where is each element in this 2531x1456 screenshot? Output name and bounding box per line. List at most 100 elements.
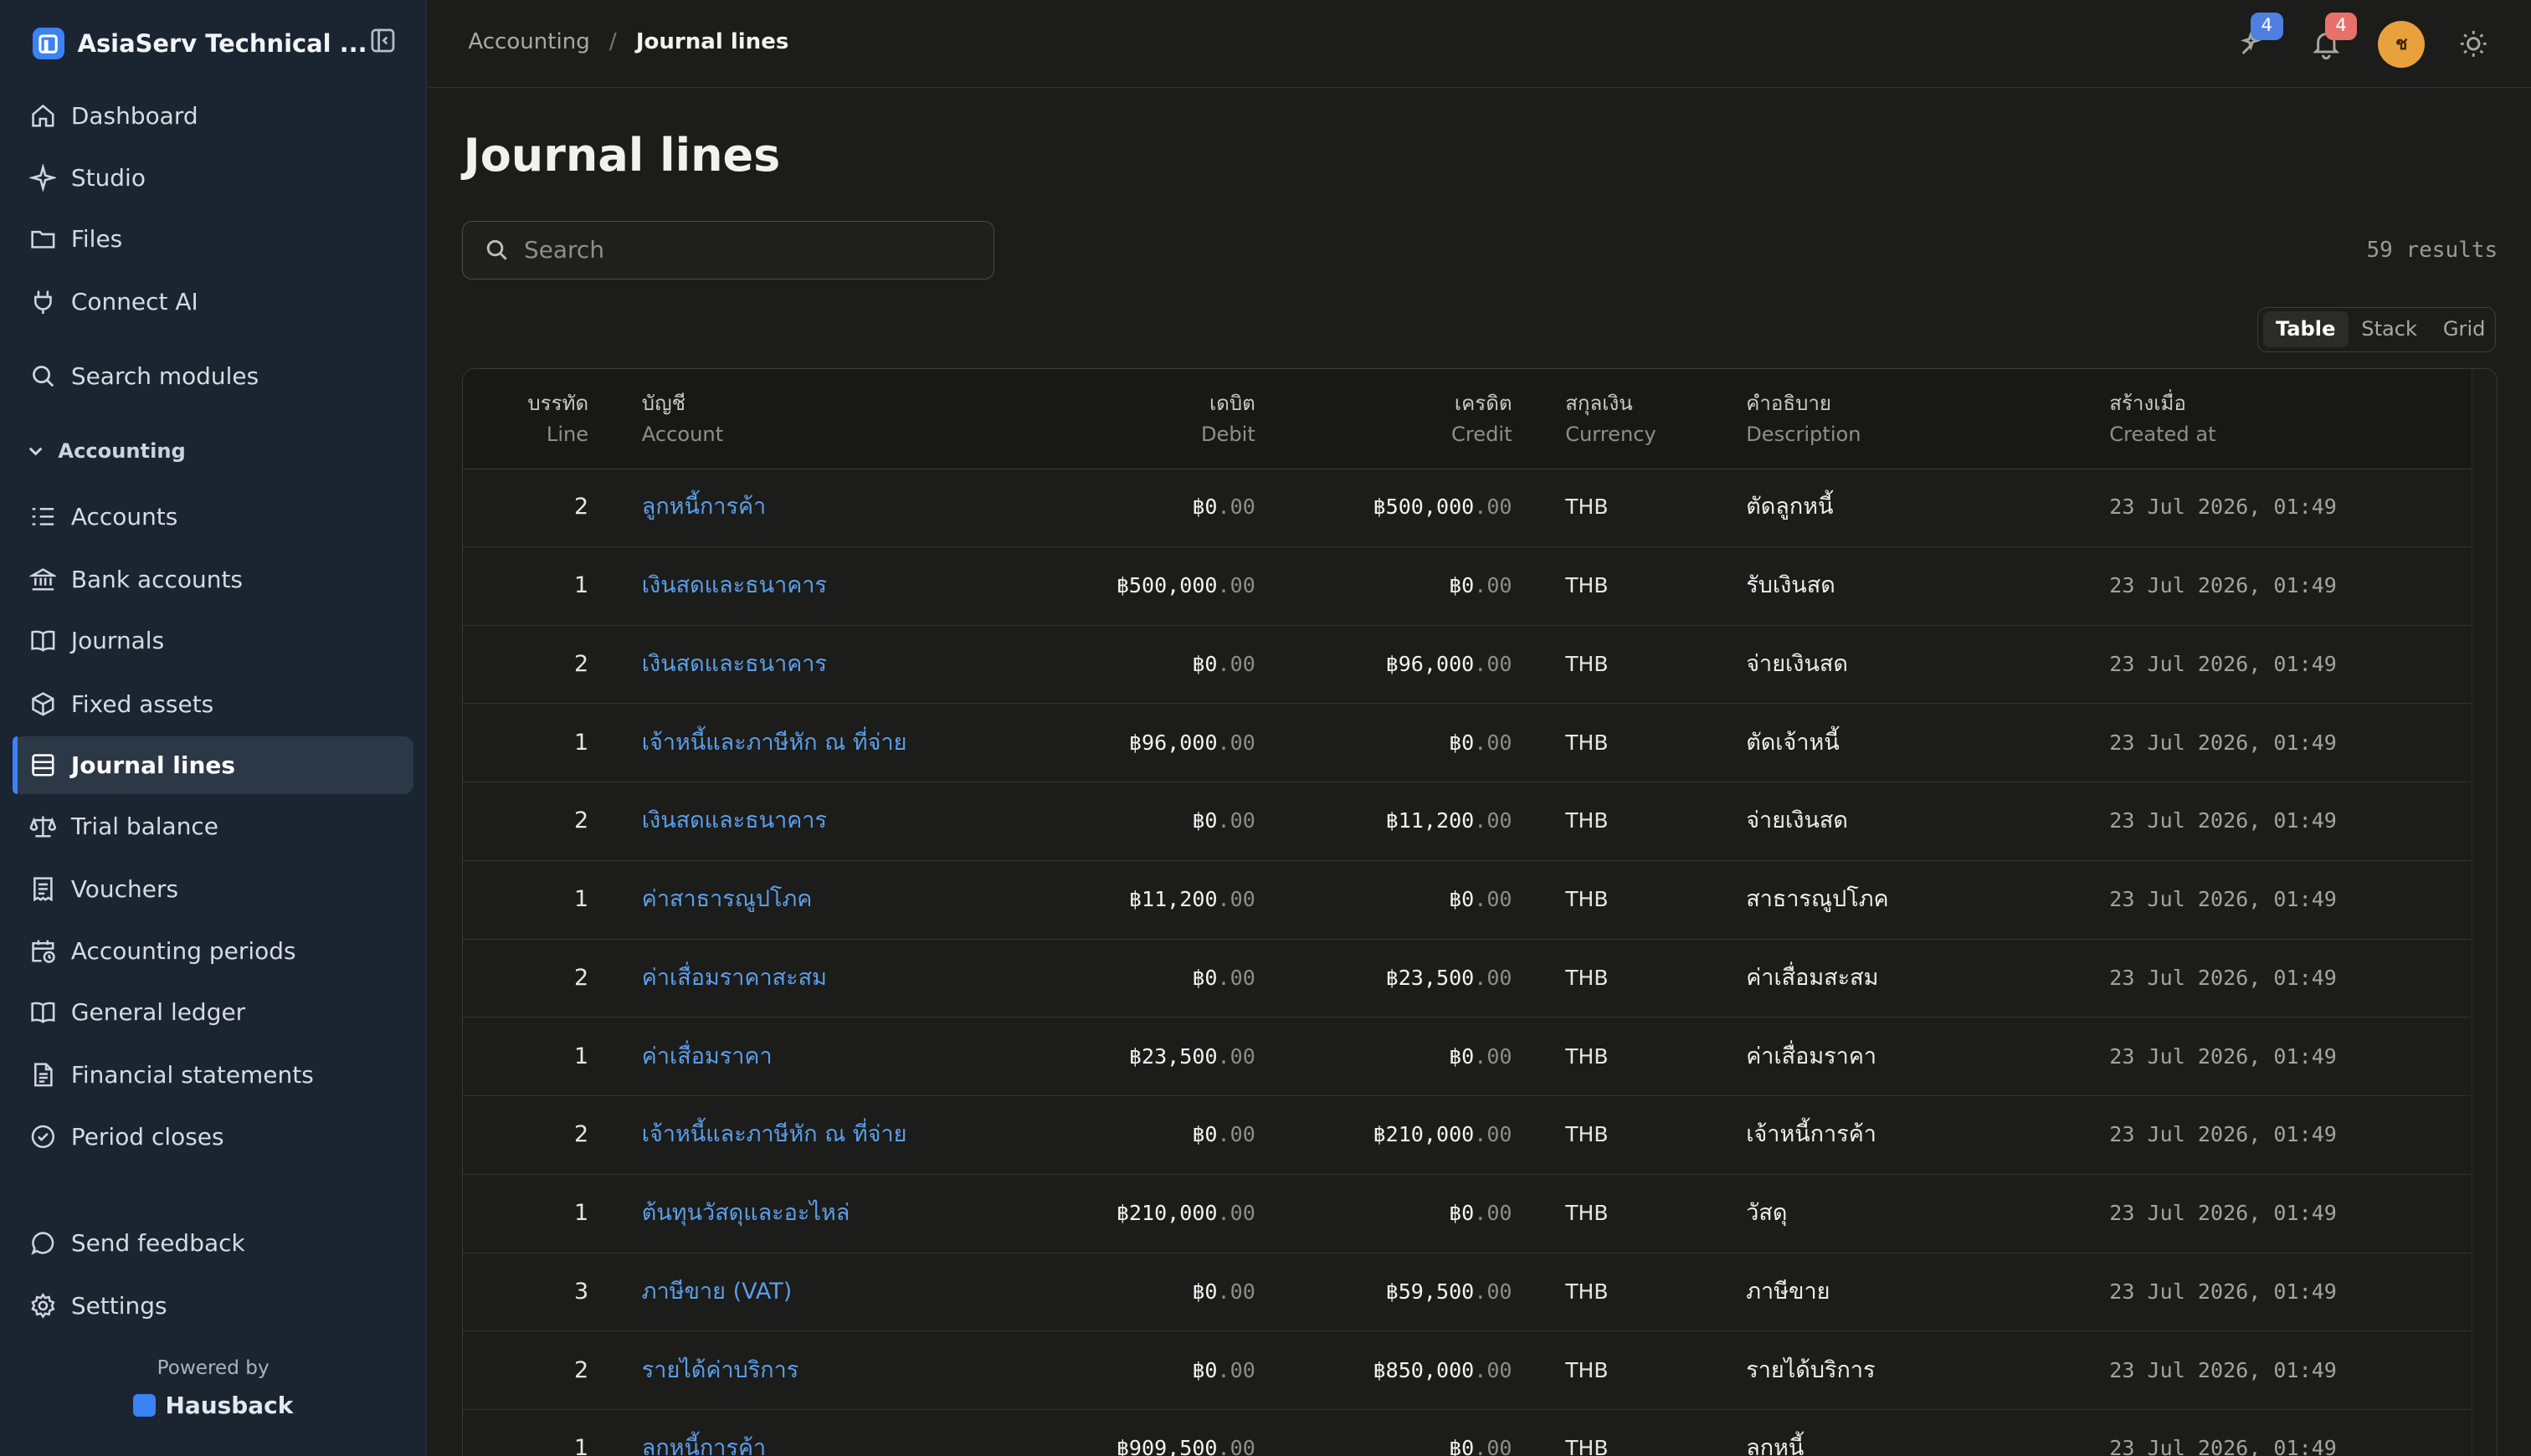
table-row[interactable]: 2 เงินสดและธนาคาร ฿0.00 ฿11,200.00 THB จ่ายเง… xyxy=(462,782,2472,861)
nav-settings[interactable]: Settings xyxy=(13,1277,413,1335)
column-header-currency[interactable]: สกุลเงิน Currency xyxy=(1565,388,1656,449)
table-icon xyxy=(31,754,54,777)
created-at: 23 Jul 2026, 01:49 xyxy=(2109,495,2337,520)
account-link[interactable]: ลูกหนี้การค้า xyxy=(642,469,766,546)
account-link[interactable]: ลูกหนี้การค้า xyxy=(642,1410,766,1456)
table-row[interactable]: 2 รายได้ค่าบริการ ฿0.00 ฿850,000.00 THB รายได… xyxy=(462,1332,2472,1411)
account-link[interactable]: เงินสดและธนาคาร xyxy=(642,782,827,860)
debit-value: ฿0 xyxy=(1192,651,1218,676)
account-link[interactable]: เงินสดและธนาคาร xyxy=(642,547,827,625)
table-row[interactable]: 2 เงินสดและธนาคาร ฿0.00 ฿96,000.00 THB จ่ายเง… xyxy=(462,626,2472,705)
table-row[interactable]: 2 เจ้าหนี้และภาษีหัก ณ ที่จ่าย ฿0.00 ฿210,0… xyxy=(462,1096,2472,1175)
nav-fixed-assets[interactable]: Fixed assets xyxy=(13,674,413,732)
account-link[interactable]: ต้นทุนวัสดุและอะไหล่ xyxy=(642,1175,850,1253)
table-row[interactable]: 3 ภาษีขาย (VAT) ฿0.00 ฿59,500.00 THB ภาษีขาย 2… xyxy=(462,1253,2472,1332)
account-link[interactable]: ค่าเสื่อมราคา xyxy=(642,1018,773,1096)
plug-icon xyxy=(33,290,52,315)
account-link[interactable]: ค่าสาธารณูปโภค xyxy=(642,861,813,939)
nav-connect-ai[interactable]: Connect AI xyxy=(13,273,413,331)
debit-amount: ฿0.00 xyxy=(1076,469,1255,546)
debit-amount: ฿0.00 xyxy=(1076,1332,1255,1410)
debit-amount: ฿0.00 xyxy=(1076,626,1255,704)
sparkle-icon xyxy=(28,163,57,192)
search-modules-button[interactable]: Search modules xyxy=(13,347,413,405)
description: ลูกหนี้ xyxy=(1746,1435,1805,1456)
nav-journal-lines[interactable]: Journal lines xyxy=(13,736,413,795)
debit-amount: ฿909,500.00 xyxy=(1076,1410,1255,1456)
view-grid-button[interactable]: Grid xyxy=(2430,311,2498,346)
table-row[interactable]: 2 ลูกหนี้การค้า ฿0.00 ฿500,000.00 THB ตัดลูกห… xyxy=(462,469,2472,547)
debit-fraction: .00 xyxy=(1217,730,1255,755)
column-header-created-at[interactable]: สร้างเมื่อ Created at xyxy=(2109,388,2215,449)
debit-amount: ฿11,200.00 xyxy=(1076,861,1255,939)
table-row[interactable]: 1 ลูกหนี้การค้า ฿909,500.00 ฿0.00 THB ลูกหนี้… xyxy=(463,1410,2472,1456)
table-scrollbar[interactable] xyxy=(2472,368,2498,1456)
created-at: 23 Jul 2026, 01:49 xyxy=(2109,887,2337,912)
send-feedback-button[interactable]: Send feedback xyxy=(13,1214,413,1272)
hausback-logo[interactable]: Hausback xyxy=(0,1392,426,1419)
hausback-logo-icon xyxy=(132,1393,156,1417)
nav-label: Send feedback xyxy=(70,1228,245,1257)
section-toggle-accounting[interactable]: Accounting xyxy=(26,439,186,463)
description: จ่ายเงินสด xyxy=(1746,807,1848,834)
view-stack-button[interactable]: Stack xyxy=(2349,311,2431,346)
table-row[interactable]: 1 ต้นทุนวัสดุและอะไหล่ ฿210,000.00 ฿0.00 THB… xyxy=(462,1175,2472,1253)
nav-trial-balance[interactable]: Trial balance xyxy=(13,797,413,855)
account-link[interactable]: เจ้าหนี้และภาษีหัก ณ ที่จ่าย xyxy=(642,705,907,782)
search-box[interactable] xyxy=(461,221,995,279)
description: รับเงินสด xyxy=(1746,572,1835,599)
breadcrumb-accounting[interactable]: Accounting xyxy=(468,29,589,54)
account-link[interactable]: ค่าเสื่อมราคาสะสม xyxy=(642,940,827,1018)
nav-general-ledger[interactable]: General ledger xyxy=(13,983,413,1041)
account-link[interactable]: เจ้าหนี้และภาษีหัก ณ ที่จ่าย xyxy=(642,1096,907,1174)
table-row[interactable]: 1 เจ้าหนี้และภาษีหัก ณ ที่จ่าย ฿96,000.00 ฿… xyxy=(462,705,2472,783)
column-header-line[interactable]: บรรทัด Line xyxy=(463,388,588,449)
nav-studio[interactable]: Studio xyxy=(13,148,413,206)
table-row[interactable]: 2 ค่าเสื่อมราคาสะสม ฿0.00 ฿23,500.00 THB ค่าเ… xyxy=(462,940,2472,1018)
table-row[interactable]: 1 เงินสดและธนาคาร ฿500,000.00 ฿0.00 THB รับเง… xyxy=(462,547,2472,626)
table-row[interactable]: 1 ค่าสาธารณูปโภค ฿11,200.00 ฿0.00 THB สาธารณู… xyxy=(462,861,2472,940)
column-header-credit[interactable]: เครดิต Credit xyxy=(1334,388,1512,449)
collapse-sidebar-icon[interactable] xyxy=(370,28,396,54)
nav-files[interactable]: Files xyxy=(13,210,413,268)
nav-dashboard[interactable]: Dashboard xyxy=(13,87,413,145)
account-link[interactable]: ภาษีขาย (VAT) xyxy=(642,1253,792,1331)
nav-period-closes[interactable]: Period closes xyxy=(13,1107,413,1165)
created-at: 23 Jul 2026, 01:49 xyxy=(2109,730,2337,755)
credit-value: ฿0 xyxy=(1449,1043,1475,1069)
line-number: 2 xyxy=(573,1121,589,1148)
credit-fraction: .00 xyxy=(1474,1357,1512,1382)
description: ตัดลูกหนี้ xyxy=(1746,494,1834,520)
column-title-th: เดบิต xyxy=(1209,391,1255,415)
credit-value: ฿11,200 xyxy=(1385,808,1475,833)
credit-amount: ฿11,200.00 xyxy=(1334,782,1512,860)
workspace-switcher[interactable]: AsiaServ Technical ... xyxy=(32,23,404,64)
nav-label: Journals xyxy=(70,627,165,655)
nav-vouchers[interactable]: Vouchers xyxy=(13,860,413,918)
avatar[interactable]: ช xyxy=(2378,21,2426,68)
nav-label: Bank accounts xyxy=(70,566,243,593)
debit-value: ฿210,000 xyxy=(1116,1201,1218,1226)
table-row[interactable]: 1 ค่าเสื่อมราคา ฿23,500.00 ฿0.00 THB ค่าเสื่อ… xyxy=(462,1018,2472,1097)
credit-fraction: .00 xyxy=(1474,651,1512,676)
nav-journals[interactable]: Journals xyxy=(13,612,413,669)
account-link[interactable]: เงินสดและธนาคาร xyxy=(642,626,827,704)
line-number: 1 xyxy=(573,1043,589,1069)
workspace-name: AsiaServ Technical ... xyxy=(77,29,367,59)
nav-accounting-periods[interactable]: Accounting periods xyxy=(13,921,413,979)
currency: THB xyxy=(1565,965,1609,990)
page-title: Journal lines xyxy=(463,129,781,182)
view-table-button[interactable]: Table xyxy=(2262,311,2349,347)
nav-financial-statements[interactable]: Financial statements xyxy=(13,1046,413,1104)
column-title-th: สร้างเมื่อ xyxy=(2109,391,2186,415)
account-link[interactable]: รายได้ค่าบริการ xyxy=(642,1332,798,1410)
debit-value: ฿96,000 xyxy=(1128,730,1218,755)
nav-bank-accounts[interactable]: Bank accounts xyxy=(13,551,413,608)
search-input[interactable] xyxy=(521,234,963,266)
description: ตัดเจ้าหนี้ xyxy=(1746,729,1840,756)
column-header-description[interactable]: คำอธิบาย Description xyxy=(1746,388,1861,449)
column-header-account[interactable]: บัญชี Account xyxy=(642,388,723,449)
theme-toggle-icon[interactable] xyxy=(2457,28,2490,60)
nav-accounts[interactable]: Accounts xyxy=(13,488,413,546)
column-header-debit[interactable]: เดบิต Debit xyxy=(1076,388,1255,449)
